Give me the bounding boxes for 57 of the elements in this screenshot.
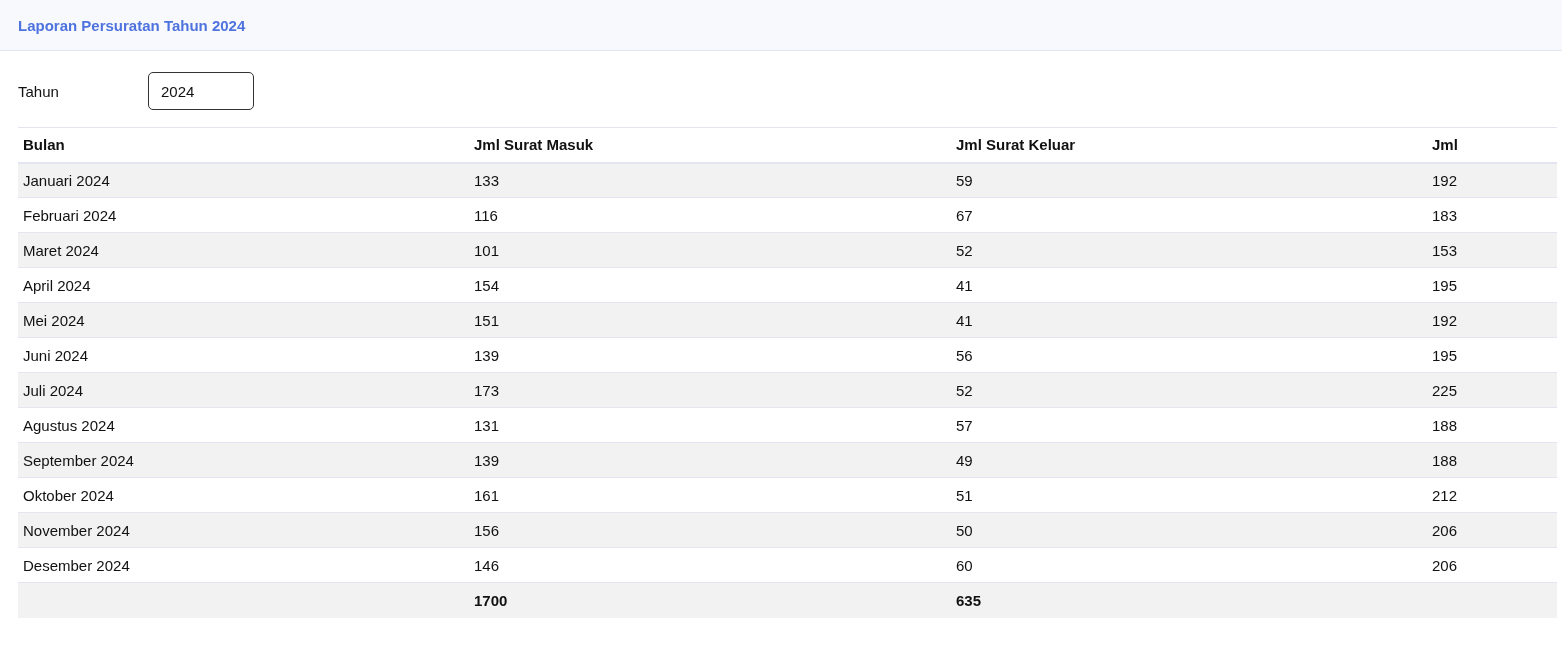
table-cell: 151 bbox=[469, 302, 951, 338]
table-cell: 192 bbox=[1427, 302, 1557, 338]
table-cell: 139 bbox=[469, 442, 951, 478]
total-cell: 635 bbox=[951, 582, 1427, 618]
column-header: Jml Surat Masuk bbox=[469, 127, 951, 163]
table-cell: 161 bbox=[469, 477, 951, 513]
table-cell: 49 bbox=[951, 442, 1427, 478]
table-cell: 52 bbox=[951, 232, 1427, 268]
year-label: Tahun bbox=[18, 82, 60, 100]
table-cell: November 2024 bbox=[18, 512, 469, 548]
table-cell: 101 bbox=[469, 232, 951, 268]
table-cell: 57 bbox=[951, 407, 1427, 443]
table-cell: Juli 2024 bbox=[18, 372, 469, 408]
table-cell: Oktober 2024 bbox=[18, 477, 469, 513]
table-cell: 67 bbox=[951, 197, 1427, 233]
table-cell: 146 bbox=[469, 547, 951, 583]
table-cell: 188 bbox=[1427, 407, 1557, 443]
table-cell: April 2024 bbox=[18, 267, 469, 303]
table-cell: 131 bbox=[469, 407, 951, 443]
table-cell: 50 bbox=[951, 512, 1427, 548]
table-cell: 212 bbox=[1427, 477, 1557, 513]
year-input[interactable]: 2024 bbox=[148, 72, 254, 110]
table-cell: 173 bbox=[469, 372, 951, 408]
table-cell: 56 bbox=[951, 337, 1427, 373]
table-cell: 41 bbox=[951, 267, 1427, 303]
table-cell: 59 bbox=[951, 162, 1427, 198]
table-cell: Januari 2024 bbox=[18, 162, 469, 198]
table-cell: 206 bbox=[1427, 512, 1557, 548]
table-cell: 139 bbox=[469, 337, 951, 373]
table-cell: 156 bbox=[469, 512, 951, 548]
table-cell: Mei 2024 bbox=[18, 302, 469, 338]
table-cell: 206 bbox=[1427, 547, 1557, 583]
table-cell: 154 bbox=[469, 267, 951, 303]
table-cell: 195 bbox=[1427, 267, 1557, 303]
table-cell: 133 bbox=[469, 162, 951, 198]
table-cell: 41 bbox=[951, 302, 1427, 338]
page-title: Laporan Persuratan Tahun 2024 bbox=[18, 16, 246, 34]
column-header: Jml Surat Keluar bbox=[951, 127, 1427, 163]
table-cell: 188 bbox=[1427, 442, 1557, 478]
table-cell: 192 bbox=[1427, 162, 1557, 198]
table-cell: Desember 2024 bbox=[18, 547, 469, 583]
table-cell: Februari 2024 bbox=[18, 197, 469, 233]
total-cell: 1700 bbox=[469, 582, 951, 618]
table-cell: 51 bbox=[951, 477, 1427, 513]
table-cell: 60 bbox=[951, 547, 1427, 583]
table-cell: 52 bbox=[951, 372, 1427, 408]
table-cell: 195 bbox=[1427, 337, 1557, 373]
table-cell: 153 bbox=[1427, 232, 1557, 268]
table-cell: 116 bbox=[469, 197, 951, 233]
column-header: Jml bbox=[1427, 127, 1557, 163]
table-cell: Juni 2024 bbox=[18, 337, 469, 373]
table-cell: Agustus 2024 bbox=[18, 407, 469, 443]
table-cell: September 2024 bbox=[18, 442, 469, 478]
column-header: Bulan bbox=[18, 127, 469, 163]
table-cell: 183 bbox=[1427, 197, 1557, 233]
table-cell: Maret 2024 bbox=[18, 232, 469, 268]
table-cell: 225 bbox=[1427, 372, 1557, 408]
